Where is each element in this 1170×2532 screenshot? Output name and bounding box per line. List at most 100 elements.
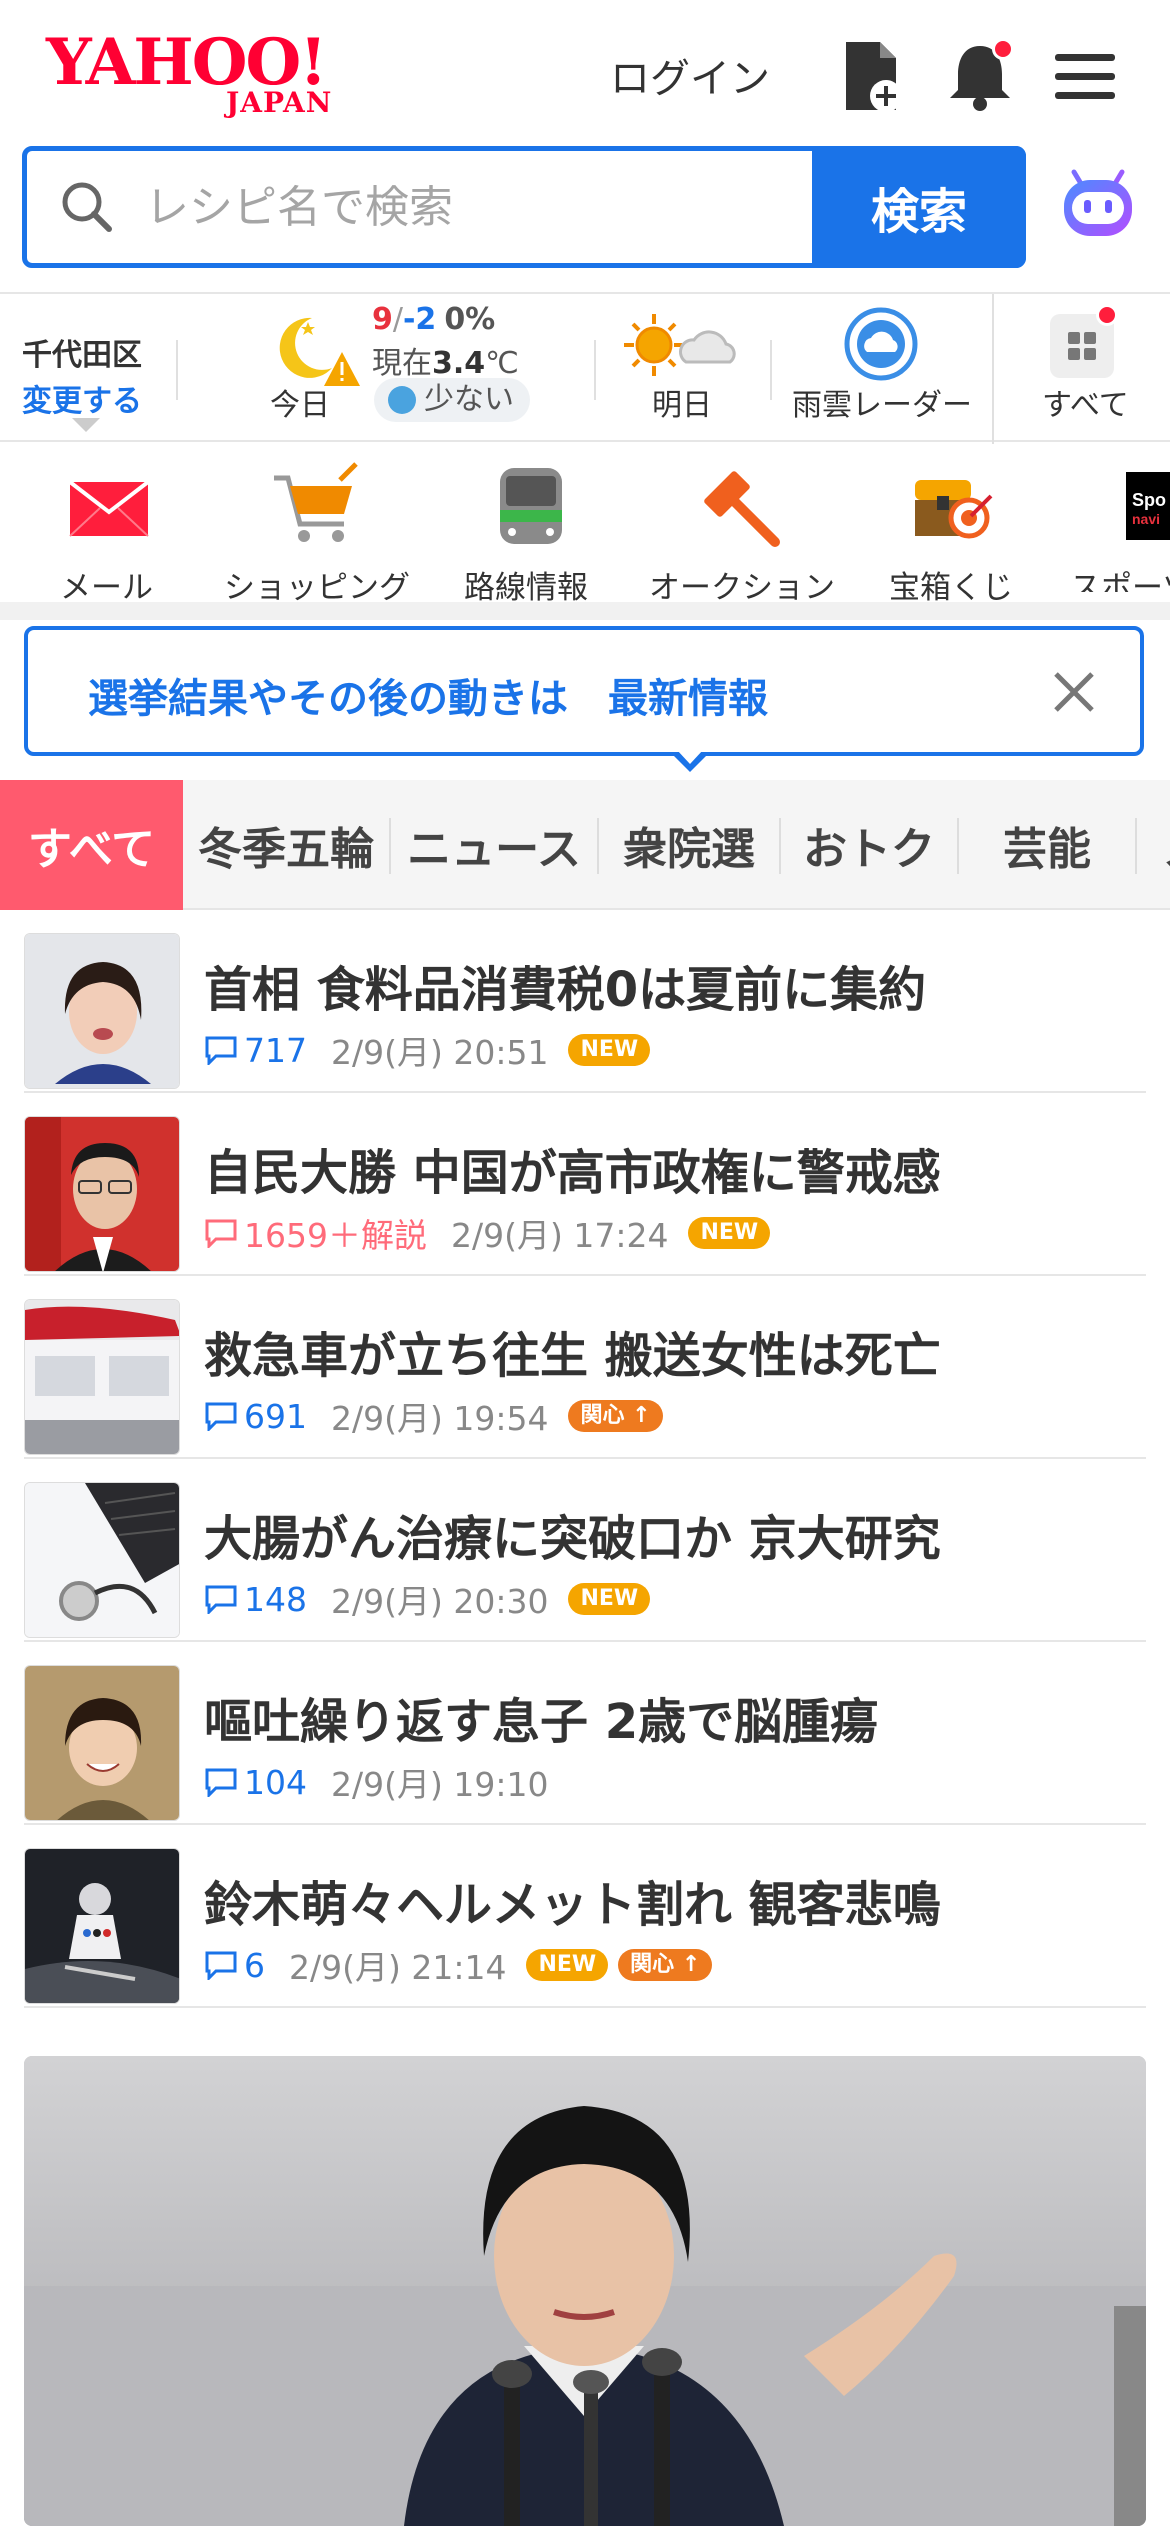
comment-icon: [205, 1768, 237, 1797]
banner-message: 選挙結果やその後の動きは: [88, 676, 568, 722]
divider: [770, 340, 772, 400]
news-meta: 6 2/9(月) 21:14 NEW 関心 ↑: [204, 1941, 722, 1989]
divider: [176, 340, 178, 400]
service-takarabako[interactable]: 宝箱くじ: [885, 462, 1025, 606]
new-badge: NEW: [568, 1034, 651, 1066]
comment-icon: [205, 1036, 237, 1065]
new-badge: NEW: [526, 1949, 609, 1981]
shopping-cart-icon: [274, 462, 358, 542]
weather-bar: 千代田区 変更する 今日 9/-2 0% 現在3.4℃ 少ない 明日 雨雲レーダ…: [0, 292, 1170, 444]
news-date: 2/9(月) 17:24: [450, 1216, 669, 1255]
comment-count[interactable]: 717: [244, 1031, 307, 1070]
service-label: 路線情報: [464, 570, 588, 606]
divider: [992, 294, 994, 444]
interest-badge-label: 関心: [580, 1403, 625, 1428]
logo-sub-text: JAPAN: [226, 86, 333, 119]
svg-text:Spo: Spo: [1132, 490, 1166, 510]
tab-all[interactable]: すべて: [0, 780, 183, 910]
weather-location[interactable]: 千代田区 変更する: [22, 330, 162, 420]
news-headline[interactable]: 首相 食料品消費税0は夏前に集約: [204, 950, 926, 1020]
news-item[interactable]: 救急車が立ち往生 搬送女性は死亡 691 2/9(月) 19:54 関心 ↑: [24, 1276, 1146, 1459]
service-transit[interactable]: 路線情報: [460, 462, 600, 606]
comment-count[interactable]: 148: [244, 1580, 307, 1619]
news-thumbnail: [24, 1116, 180, 1272]
current-temperature: 現在3.4℃: [372, 338, 519, 382]
tab-entertainment[interactable]: 芸能: [959, 780, 1135, 910]
comment-count[interactable]: 1659＋解説: [244, 1209, 427, 1257]
comment-icon: [205, 1585, 237, 1614]
tab-deals[interactable]: おトク: [781, 780, 957, 910]
tab-winter-olympics[interactable]: 冬季五輪: [183, 780, 389, 910]
news-date: 2/9(月) 21:14: [289, 1948, 507, 1987]
ai-assistant-icon[interactable]: [1058, 166, 1138, 246]
hamburger-menu-icon[interactable]: [1045, 36, 1125, 116]
location-name: 千代田区: [22, 338, 142, 373]
news-item[interactable]: 大腸がん治療に突破口か 京大研究 148 2/9(月) 20:30 NEW: [24, 1459, 1146, 1642]
change-location-link[interactable]: 変更する: [22, 376, 162, 420]
search-icon: [62, 182, 112, 232]
news-item[interactable]: 嘔吐繰り返す息子 2歳で脳腫瘍 104 2/9(月) 19:10: [24, 1642, 1146, 1825]
interest-badge-label: 関心: [630, 1952, 675, 1977]
sports-icon: Spo navi: [1126, 472, 1170, 540]
news-date: 2/9(月) 20:30: [331, 1582, 549, 1621]
service-label: ショッピング: [224, 570, 410, 606]
news-thumbnail: [24, 1665, 180, 1821]
news-meta: 148 2/9(月) 20:30 NEW: [204, 1575, 660, 1623]
banner-link[interactable]: 最新情報: [608, 676, 768, 722]
new-badge: NEW: [688, 1217, 771, 1249]
news-meta: 104 2/9(月) 19:10: [204, 1758, 568, 1806]
news-item[interactable]: 自民大勝 中国が高市政権に警戒感 1659＋解説 2/9(月) 17:24 NE…: [24, 1093, 1146, 1276]
banner-text: 選挙結果やその後の動きは 最新情報: [88, 666, 768, 724]
news-thumbnail: [24, 1848, 180, 2004]
add-document-icon[interactable]: [832, 36, 912, 116]
election-banner[interactable]: 選挙結果やその後の動きは 最新情報: [24, 626, 1144, 756]
service-sports[interactable]: Spo navi スポーツ: [1070, 462, 1170, 592]
comment-count[interactable]: 691: [244, 1397, 307, 1436]
current-prefix: 現在: [372, 346, 432, 381]
section-separator: [0, 602, 1170, 620]
service-label: オークション: [649, 570, 835, 606]
all-services-label: すべて: [1042, 388, 1129, 423]
sun-cloud-icon[interactable]: [622, 310, 742, 380]
mail-icon: [68, 480, 150, 537]
pollen-level: 少ない: [424, 382, 514, 417]
all-services-icon[interactable]: [1050, 304, 1118, 378]
news-headline[interactable]: 大腸がん治療に突破口か 京大研究: [204, 1499, 941, 1569]
news-headline[interactable]: 救急車が立ち往生 搬送女性は死亡: [204, 1316, 941, 1386]
tab-sports-partial[interactable]: ス: [1137, 780, 1170, 910]
notification-bell-icon[interactable]: [940, 36, 1020, 116]
news-headline[interactable]: 嘔吐繰り返す息子 2歳で脳腫瘍: [204, 1682, 878, 1752]
tab-election[interactable]: 衆院選: [599, 780, 779, 910]
interest-badge: 関心 ↑: [568, 1400, 663, 1432]
comment-icon: [205, 1219, 237, 1248]
news-date: 2/9(月) 19:54: [331, 1399, 549, 1438]
yahoo-japan-logo[interactable]: YAHOO! JAPAN: [46, 28, 366, 120]
comment-count[interactable]: 6: [244, 1946, 265, 1985]
service-auction[interactable]: オークション: [645, 462, 835, 606]
service-label: メール: [60, 570, 153, 606]
news-item[interactable]: 鈴木萌々ヘルメット割れ 観客悲鳴 6 2/9(月) 21:14 NEW 関心 ↑: [24, 1825, 1146, 2008]
news-headline[interactable]: 自民大勝 中国が高市政権に警戒感: [204, 1133, 941, 1203]
news-date: 2/9(月) 20:51: [331, 1033, 549, 1072]
search-button[interactable]: 検索: [812, 146, 1026, 268]
comment-count[interactable]: 104: [244, 1763, 307, 1802]
news-date: 2/9(月) 19:10: [331, 1765, 549, 1804]
service-label: 宝箱くじ: [889, 570, 1013, 606]
rain-radar-icon[interactable]: [843, 306, 919, 382]
tab-news[interactable]: ニュース: [391, 780, 597, 910]
news-thumbnail: [24, 1482, 180, 1638]
train-icon: [500, 468, 562, 544]
service-shopping[interactable]: ショッピング: [220, 462, 420, 606]
login-link[interactable]: ログイン: [610, 46, 770, 104]
auction-hammer-icon: [704, 471, 780, 547]
news-headline[interactable]: 鈴木萌々ヘルメット割れ 観客悲鳴: [204, 1865, 941, 1935]
pollen-badge[interactable]: 少ない: [374, 378, 530, 422]
search-input[interactable]: [145, 165, 825, 249]
close-icon[interactable]: [1046, 664, 1102, 720]
service-mail[interactable]: メール: [40, 462, 180, 606]
services-row: メール ショッピング 路線情報 オークション 宝箱くじ Spo navi スポー: [0, 442, 1170, 606]
featured-photo[interactable]: [24, 2056, 1146, 2526]
news-item[interactable]: 首相 食料品消費税0は夏前に集約 717 2/9(月) 20:51 NEW: [24, 910, 1146, 1093]
temp-high: 9: [372, 302, 393, 337]
search-bar: 検索: [22, 146, 1026, 268]
